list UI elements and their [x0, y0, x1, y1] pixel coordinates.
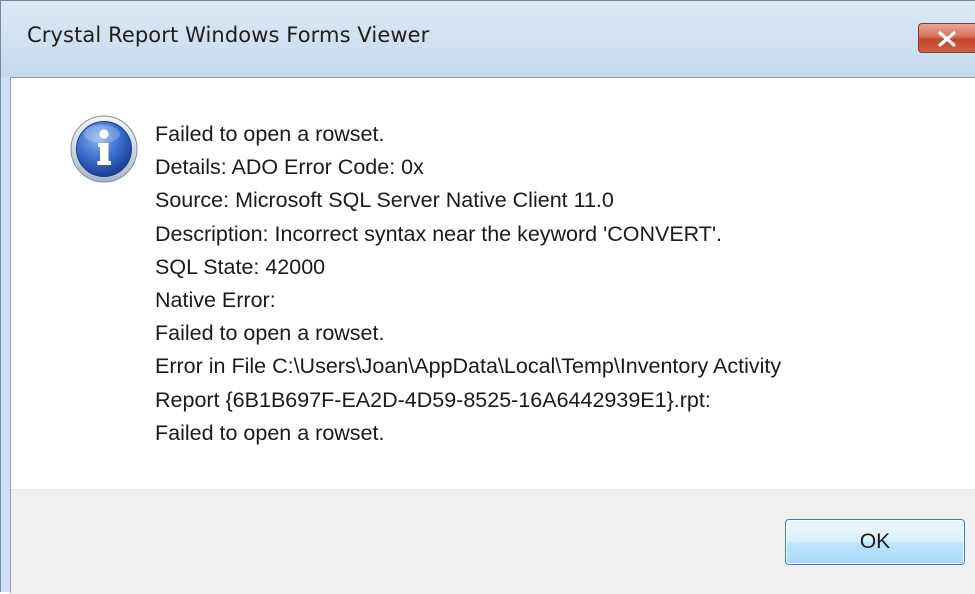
message-line: Failed to open a rowset.: [155, 420, 385, 445]
message-line: Failed to open a rowset.: [155, 321, 385, 346]
close-icon: [938, 31, 956, 47]
message-line: Report {6B1B697F-EA2D-4D59-8525-16A64429…: [155, 387, 711, 412]
title-bar[interactable]: Crystal Report Windows Forms Viewer: [1, 1, 975, 77]
close-button[interactable]: [918, 23, 975, 53]
message-line: Source: Microsoft SQL Server Native Clie…: [155, 188, 614, 213]
message-line: Native Error:: [155, 287, 276, 312]
dialog-client-area: Failed to open a rowset. Details: ADO Er…: [10, 77, 975, 594]
dialog-window: Crystal Report Windows Forms Viewer Fail…: [0, 0, 975, 594]
information-icon: [70, 115, 138, 183]
window-title: Crystal Report Windows Forms Viewer: [27, 23, 430, 47]
message-line: Failed to open a rowset.: [155, 122, 385, 146]
error-message: Failed to open a rowset. Details: ADO Er…: [155, 118, 955, 450]
button-bar: OK: [11, 489, 975, 594]
message-line: Error in File C:\Users\Joan\AppData\Loca…: [155, 354, 782, 379]
message-line: Details: ADO Error Code: 0x: [155, 155, 424, 180]
message-line: SQL State: 42000: [155, 254, 326, 279]
message-area: Failed to open a rowset. Details: ADO Er…: [11, 78, 975, 489]
message-line: Description: Incorrect syntax near the k…: [155, 221, 723, 246]
ok-button[interactable]: OK: [785, 519, 965, 565]
